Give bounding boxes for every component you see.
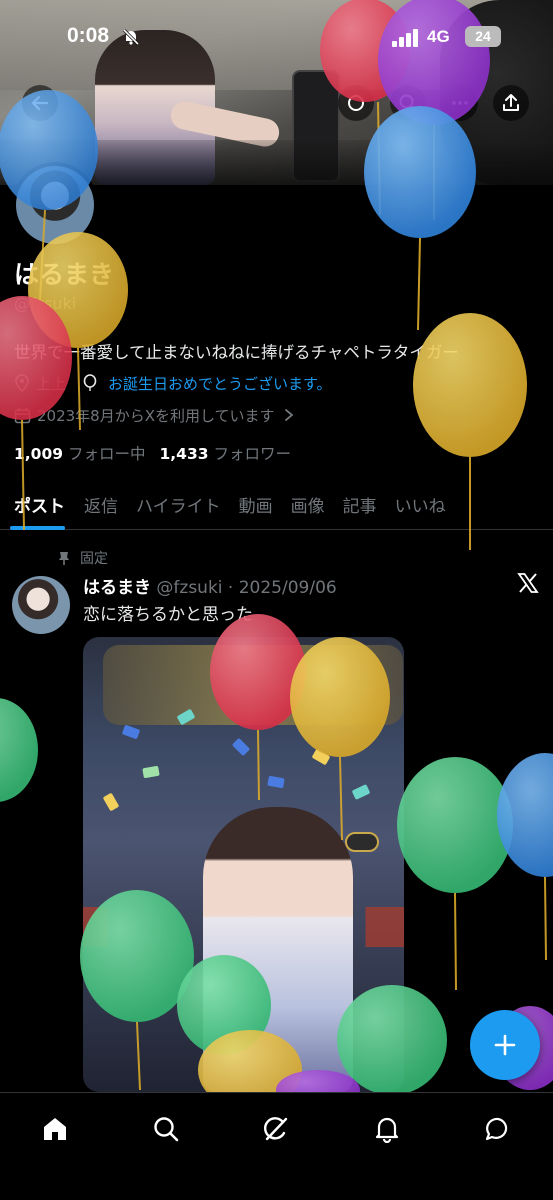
- more-button[interactable]: [442, 85, 478, 121]
- battery-level: 24: [465, 26, 501, 47]
- silent-bell-icon: [122, 28, 140, 46]
- followers-count: 1,433: [159, 445, 209, 463]
- tab-articles[interactable]: 記事: [334, 482, 386, 530]
- pinned-indicator: 固定: [58, 548, 108, 568]
- post-author-meta: @fzsuki · 2025/09/06: [156, 578, 337, 598]
- messages-icon: [485, 1117, 507, 1141]
- tab-highlights[interactable]: ハイライト: [127, 482, 230, 530]
- nav-search[interactable]: [146, 1109, 186, 1149]
- microphone: [345, 832, 379, 852]
- following-label: フォロー中: [67, 445, 146, 463]
- search-icon: [154, 1117, 179, 1142]
- tab-videos[interactable]: 動画: [230, 482, 282, 530]
- back-arrow-icon: [31, 95, 49, 111]
- calendar-icon: [14, 407, 31, 423]
- balloon: [397, 757, 513, 991]
- tab-photos[interactable]: 画像: [282, 482, 334, 530]
- profile-handle: @fzsuki: [14, 294, 77, 313]
- followers-link[interactable]: 1,433 フォロワー: [159, 442, 290, 464]
- birthday-message[interactable]: お誕生日おめでとうございます。: [108, 373, 332, 394]
- post-author-avatar[interactable]: [12, 576, 70, 634]
- balloon-icon: [83, 374, 97, 391]
- network-type: 4G: [427, 27, 450, 46]
- grok-icon: [348, 95, 364, 111]
- chevron-right-icon[interactable]: [283, 408, 295, 422]
- nav-notifications[interactable]: [367, 1109, 407, 1149]
- confetti: [351, 784, 371, 800]
- profile-meta-row: 上上 お誕生日おめでとうございます。: [14, 372, 332, 394]
- status-time: 0:08: [67, 24, 110, 47]
- following-link[interactable]: 1,009 フォロー中: [14, 442, 145, 464]
- profile-tabs: ポスト 返信 ハイライト 動画 画像 記事 いいね: [0, 482, 553, 530]
- post-image[interactable]: [83, 637, 404, 1092]
- compose-button[interactable]: [470, 1010, 540, 1080]
- stage-logo: [103, 645, 403, 725]
- signal-icon: [392, 29, 418, 47]
- confetti: [267, 775, 285, 789]
- post-author-name[interactable]: はるまき: [83, 578, 151, 598]
- follow-stats: 1,009 フォロー中 1,433 フォロワー: [14, 442, 291, 464]
- search-icon: [399, 94, 418, 113]
- tab-posts[interactable]: ポスト: [0, 482, 75, 530]
- confetti: [311, 748, 331, 766]
- notifications-icon: [375, 1117, 399, 1143]
- confetti: [121, 724, 141, 740]
- tab-likes[interactable]: いいね: [386, 482, 455, 530]
- profile-joined-row: 2023年8月からXを利用しています: [14, 404, 295, 426]
- profile-avatar[interactable]: [12, 162, 98, 248]
- followers-label: フォロワー: [213, 445, 291, 463]
- home-icon: [44, 1118, 67, 1140]
- search-profile-button[interactable]: [390, 85, 426, 121]
- pinned-label: 固定: [80, 551, 108, 567]
- nav-grok[interactable]: [256, 1109, 296, 1149]
- tab-replies[interactable]: 返信: [75, 482, 127, 530]
- nav-messages[interactable]: [478, 1109, 518, 1149]
- profile-location: 上上: [36, 374, 67, 393]
- more-icon: [452, 101, 468, 105]
- singer: [203, 807, 353, 1092]
- pin-icon: [59, 551, 69, 565]
- grok-button[interactable]: [338, 85, 374, 121]
- confetti: [102, 792, 120, 812]
- profile-display-name: はるまき: [14, 260, 115, 289]
- share-icon: [503, 94, 519, 111]
- following-count: 1,009: [14, 445, 64, 463]
- confetti: [231, 737, 251, 757]
- location-icon: [15, 374, 29, 392]
- confetti: [142, 765, 160, 779]
- bottom-navigation: [0, 1092, 553, 1200]
- post-header: はるまき @fzsuki · 2025/09/06: [83, 573, 337, 598]
- plus-icon: [494, 1034, 516, 1056]
- profile-joined: 2023年8月からXを利用しています: [37, 406, 275, 425]
- post-text: 恋に落ちるかと思った: [83, 605, 253, 625]
- balloon: [497, 753, 553, 961]
- profile-bio: 世界で一番愛して止まないねねに捧げるチャペトラタイガー: [14, 343, 459, 362]
- grok-icon: [264, 1117, 288, 1141]
- share-button[interactable]: [493, 85, 529, 121]
- back-button[interactable]: [22, 85, 58, 121]
- x-logo-icon: [517, 573, 539, 593]
- nav-home[interactable]: [35, 1109, 75, 1149]
- balloon: [0, 698, 38, 802]
- status-bar: 0:08 4G 24: [0, 0, 553, 70]
